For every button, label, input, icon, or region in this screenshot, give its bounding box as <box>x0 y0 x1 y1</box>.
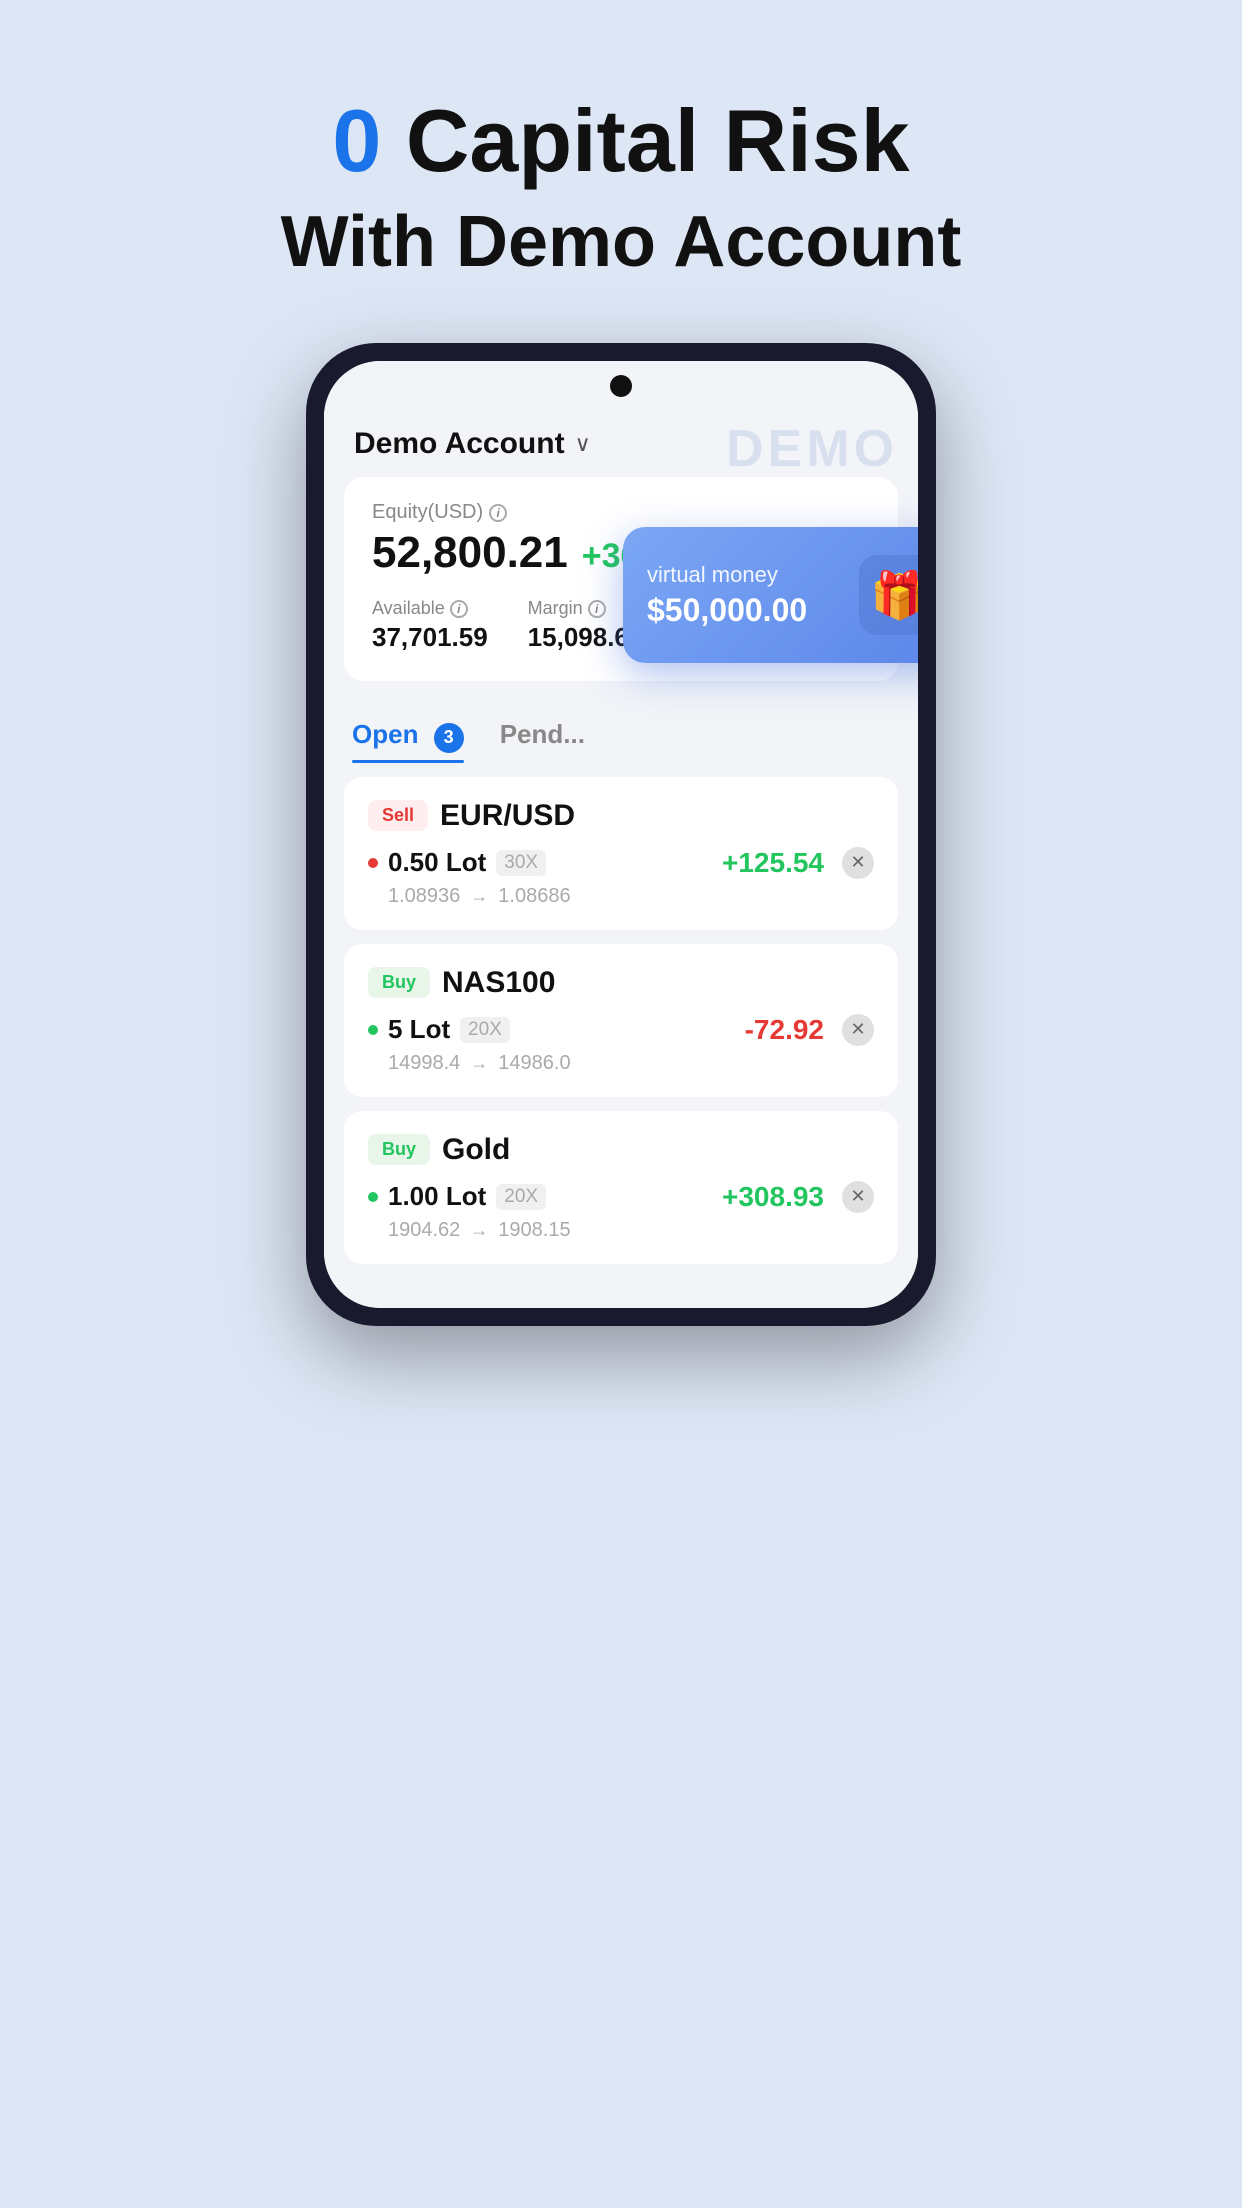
phone-screen: Demo Account ∨ DEMO Equity(USD) i 52,800… <box>324 361 918 1308</box>
trade-pnl-1: -72.92 <box>745 1014 824 1046</box>
trade-pair-0: EUR/USD <box>440 799 575 833</box>
buy-badge-1: Buy <box>368 967 430 998</box>
from-price-1: 14998.4 <box>388 1052 460 1075</box>
trade-price-row-2: 1904.62 → 1908.15 <box>368 1219 874 1242</box>
multiplier-2: 20X <box>496 1184 546 1210</box>
trade-card-2: Buy Gold 1.00 Lot 20X +308.93 ✕ <box>344 1111 898 1264</box>
close-trade-btn-0[interactable]: ✕ <box>842 847 874 879</box>
demo-watermark: DEMO <box>726 419 898 479</box>
app-content: Demo Account ∨ DEMO Equity(USD) i 52,800… <box>324 411 918 1308</box>
margin-info-icon[interactable]: i <box>588 600 606 618</box>
trade-card-1: Buy NAS100 5 Lot 20X -72.92 ✕ <box>344 944 898 1097</box>
available-value: 37,701.59 <box>372 622 488 653</box>
arrow-icon-2: → <box>470 1220 488 1241</box>
trade-lot-info-1: 5 Lot 20X <box>368 1014 510 1045</box>
equity-label: Equity(USD) i <box>372 501 870 524</box>
app-header: Demo Account ∨ DEMO <box>324 411 918 477</box>
hero-title-part: Capital Risk <box>381 91 909 190</box>
trades-list: Sell EUR/USD 0.50 Lot 30X +125.54 <box>324 763 918 1278</box>
phone-notch <box>324 361 918 411</box>
gift-icon-wrap: 🎁 <box>859 555 918 635</box>
sell-badge-0: Sell <box>368 800 428 831</box>
trade-header-2: Buy Gold <box>368 1133 874 1167</box>
open-count-badge: 3 <box>434 723 464 753</box>
phone-mockup: Demo Account ∨ DEMO Equity(USD) i 52,800… <box>306 343 936 1326</box>
virtual-money-label: virtual money <box>647 562 807 588</box>
dot-0 <box>368 858 378 868</box>
close-trade-btn-2[interactable]: ✕ <box>842 1181 874 1213</box>
hero-title: 0 Capital Risk <box>281 90 962 191</box>
trade-pair-1: NAS100 <box>442 966 555 1000</box>
hero-subtitle: With Demo Account <box>281 201 962 283</box>
trade-detail-row-0: 0.50 Lot 30X +125.54 ✕ <box>368 847 874 879</box>
equity-info-icon[interactable]: i <box>489 504 507 522</box>
close-trade-btn-1[interactable]: ✕ <box>842 1014 874 1046</box>
tab-pending[interactable]: Pend... <box>500 709 585 763</box>
virtual-money-amount: $50,000.00 <box>647 592 807 629</box>
available-info-icon[interactable]: i <box>450 600 468 618</box>
arrow-icon-0: → <box>470 886 488 907</box>
equity-amount: 52,800.21 <box>372 528 568 578</box>
lot-text-2: 1.00 Lot <box>388 1181 486 1212</box>
account-name: Demo Account <box>354 427 565 461</box>
balance-card: Equity(USD) i 52,800.21 +360.55 Availabl… <box>344 477 898 681</box>
dot-2 <box>368 1192 378 1202</box>
to-price-1: 14986.0 <box>498 1052 570 1075</box>
chevron-down-icon: ∨ <box>575 431 591 457</box>
trade-header-1: Buy NAS100 <box>368 966 874 1000</box>
hero-section: 0 Capital Risk With Demo Account <box>281 90 962 283</box>
trade-card-0: Sell EUR/USD 0.50 Lot 30X +125.54 <box>344 777 898 930</box>
dot-1 <box>368 1025 378 1035</box>
trade-pnl-0: +125.54 <box>722 847 824 879</box>
lot-text-1: 5 Lot <box>388 1014 450 1045</box>
trade-header-0: Sell EUR/USD <box>368 799 874 833</box>
account-selector[interactable]: Demo Account ∨ <box>354 427 591 461</box>
trade-pnl-2: +308.93 <box>722 1181 824 1213</box>
to-price-2: 1908.15 <box>498 1219 570 1242</box>
to-price-0: 1.08686 <box>498 885 570 908</box>
trade-pair-2: Gold <box>442 1133 510 1167</box>
trade-price-row-1: 14998.4 → 14986.0 <box>368 1052 874 1075</box>
camera <box>610 375 632 397</box>
trade-lot-info-0: 0.50 Lot 30X <box>368 847 546 878</box>
trade-detail-row-2: 1.00 Lot 20X +308.93 ✕ <box>368 1181 874 1213</box>
trade-price-row-0: 1.08936 → 1.08686 <box>368 885 874 908</box>
from-price-0: 1.08936 <box>388 885 460 908</box>
lot-text-0: 0.50 Lot <box>388 847 486 878</box>
virtual-money-text: virtual money $50,000.00 <box>647 562 807 629</box>
trade-detail-row-1: 5 Lot 20X -72.92 ✕ <box>368 1014 874 1046</box>
phone-wrapper: Demo Account ∨ DEMO Equity(USD) i 52,800… <box>276 343 966 1326</box>
virtual-money-card: virtual money $50,000.00 🎁 <box>623 527 918 663</box>
arrow-icon-1: → <box>470 1053 488 1074</box>
hero-zero: 0 <box>332 91 381 190</box>
buy-badge-2: Buy <box>368 1134 430 1165</box>
available-detail: Available i 37,701.59 <box>372 598 488 653</box>
multiplier-1: 20X <box>460 1017 510 1043</box>
multiplier-0: 30X <box>496 850 546 876</box>
tab-open[interactable]: Open 3 <box>352 709 464 763</box>
gift-icon: 🎁 <box>870 568 918 623</box>
from-price-2: 1904.62 <box>388 1219 460 1242</box>
trade-lot-info-2: 1.00 Lot 20X <box>368 1181 546 1212</box>
tabs-bar: Open 3 Pend... <box>324 693 918 763</box>
